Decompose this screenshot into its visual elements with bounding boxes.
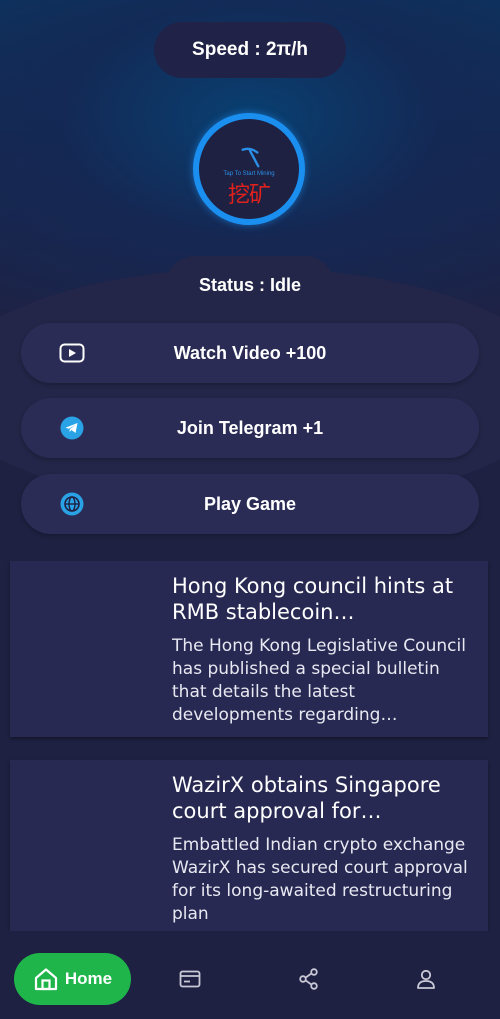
nav-home-button[interactable]: Home: [14, 953, 131, 1005]
speed-badge: Speed : 2π/h: [154, 22, 346, 78]
news-summary: The Hong Kong Legislative Council has pu…: [172, 636, 466, 725]
video-play-icon: [59, 341, 85, 365]
start-mining-button[interactable]: Tap To Start Mining 挖矿: [193, 113, 305, 225]
news-title: WazirX obtains Singapore court approval …: [172, 773, 441, 823]
join-telegram-label: Join Telegram +1: [176, 417, 324, 438]
play-game-button[interactable]: Play Game: [21, 474, 479, 534]
join-telegram-button[interactable]: Join Telegram +1: [21, 398, 479, 458]
watch-video-button[interactable]: Watch Video +100: [21, 323, 479, 383]
wallet-card-icon[interactable]: [178, 967, 202, 991]
news-thumbnail: [10, 561, 160, 737]
share-icon[interactable]: [297, 967, 321, 991]
news-summary: Embattled Indian crypto exchange WazirX …: [172, 835, 468, 924]
profile-icon[interactable]: [414, 967, 438, 991]
globe-icon: [59, 492, 85, 516]
speed-label: Speed : 2π/h: [192, 39, 308, 60]
pickaxe-icon: [241, 147, 260, 168]
bottom-navigation: Home: [0, 931, 500, 1019]
telegram-icon: [59, 416, 85, 440]
mining-home-screen: Speed : 2π/h Tap To Start Mining 挖矿 Stat…: [0, 0, 500, 1019]
news-card[interactable]: Hong Kong council hints at RMB stablecoi…: [10, 561, 488, 737]
status-label: Status : Idle: [198, 274, 301, 295]
status-badge: Status : Idle: [166, 256, 334, 314]
news-card[interactable]: WazirX obtains Singapore court approval …: [10, 760, 488, 936]
home-icon: [34, 968, 57, 991]
news-title: Hong Kong council hints at RMB stablecoi…: [172, 574, 454, 624]
play-game-label: Play Game: [203, 493, 297, 514]
news-thumbnail: [10, 760, 160, 936]
nav-home-label: Home: [64, 969, 113, 988]
mining-label: 挖矿: [227, 183, 271, 208]
watch-video-label: Watch Video +100: [173, 342, 327, 363]
